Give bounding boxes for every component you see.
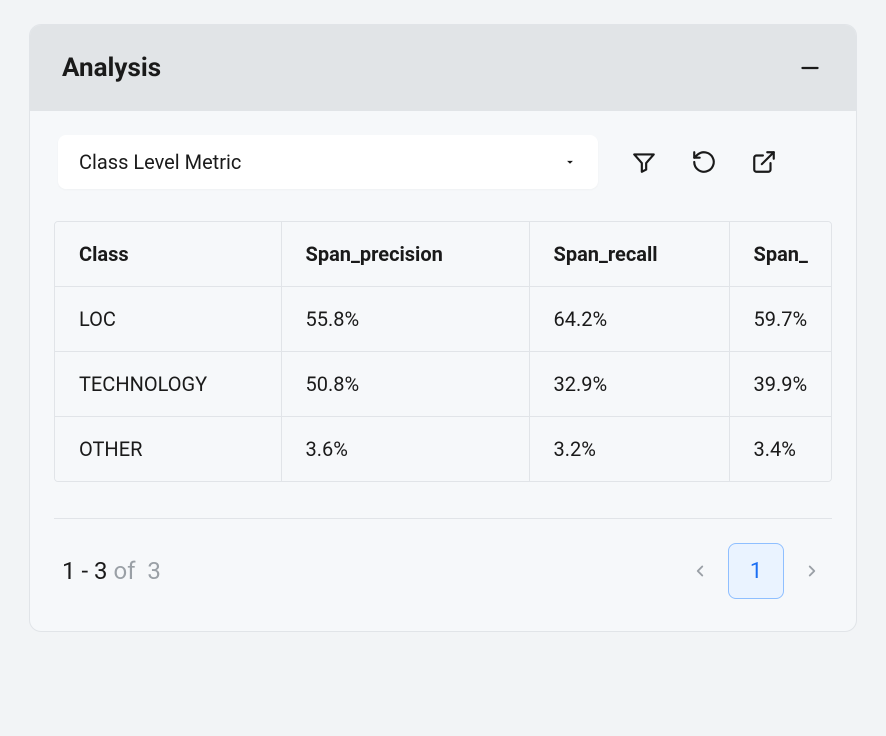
next-page-button[interactable] <box>800 559 824 583</box>
refresh-icon <box>691 149 717 175</box>
minus-icon <box>797 55 823 81</box>
table-row: LOC 55.8% 64.2% 59.7% <box>55 287 832 352</box>
panel-title: Analysis <box>62 53 161 83</box>
cell-span-f: 59.7% <box>729 287 832 352</box>
cell-span-precision: 50.8% <box>281 352 529 417</box>
cell-class: TECHNOLOGY <box>55 352 281 417</box>
toolbar: Class Level Metric <box>54 135 832 189</box>
chevron-down-icon <box>563 150 577 174</box>
cell-span-f: 3.4% <box>729 417 832 482</box>
collapse-button[interactable] <box>796 54 824 82</box>
table-row: OTHER 3.6% 3.2% 3.4% <box>55 417 832 482</box>
header-span-f[interactable]: Span_ <box>729 222 832 287</box>
chevron-left-icon <box>691 562 709 580</box>
cell-span-recall: 3.2% <box>529 417 729 482</box>
cell-span-recall: 32.9% <box>529 352 729 417</box>
cell-class: OTHER <box>55 417 281 482</box>
table-header-row: Class Span_precision Span_recall Span_ <box>55 222 832 287</box>
metric-dropdown[interactable]: Class Level Metric <box>58 135 598 189</box>
page-of-label: of <box>113 557 135 585</box>
cell-span-recall: 64.2% <box>529 287 729 352</box>
metrics-table-wrap: Class Span_precision Span_recall Span_ L… <box>54 221 832 482</box>
page-number-current[interactable]: 1 <box>728 543 784 599</box>
cell-class: LOC <box>55 287 281 352</box>
chevron-right-icon <box>803 562 821 580</box>
cell-span-precision: 3.6% <box>281 417 529 482</box>
cell-span-f: 39.9% <box>729 352 832 417</box>
external-link-icon <box>751 149 777 175</box>
prev-page-button[interactable] <box>688 559 712 583</box>
panel-body: Class Level Metric <box>30 111 856 631</box>
dropdown-label: Class Level Metric <box>79 150 241 174</box>
refresh-button[interactable] <box>690 148 718 176</box>
page-range: 1 - 3 <box>62 557 108 585</box>
filter-icon <box>631 149 657 175</box>
header-span-recall[interactable]: Span_recall <box>529 222 729 287</box>
pagination: 1 - 3 of 3 1 <box>54 518 832 599</box>
page-count: 1 - 3 of 3 <box>62 557 161 585</box>
toolbar-icons <box>630 148 778 176</box>
panel-header: Analysis <box>30 25 856 111</box>
analysis-panel: Analysis Class Level Metric <box>29 24 857 632</box>
page-nav: 1 <box>688 543 824 599</box>
header-class[interactable]: Class <box>55 222 281 287</box>
header-span-precision[interactable]: Span_precision <box>281 222 529 287</box>
metrics-table: Class Span_precision Span_recall Span_ L… <box>55 222 832 481</box>
filter-button[interactable] <box>630 148 658 176</box>
cell-span-precision: 55.8% <box>281 287 529 352</box>
page-total: 3 <box>147 557 161 585</box>
table-row: TECHNOLOGY 50.8% 32.9% 39.9% <box>55 352 832 417</box>
open-external-button[interactable] <box>750 148 778 176</box>
